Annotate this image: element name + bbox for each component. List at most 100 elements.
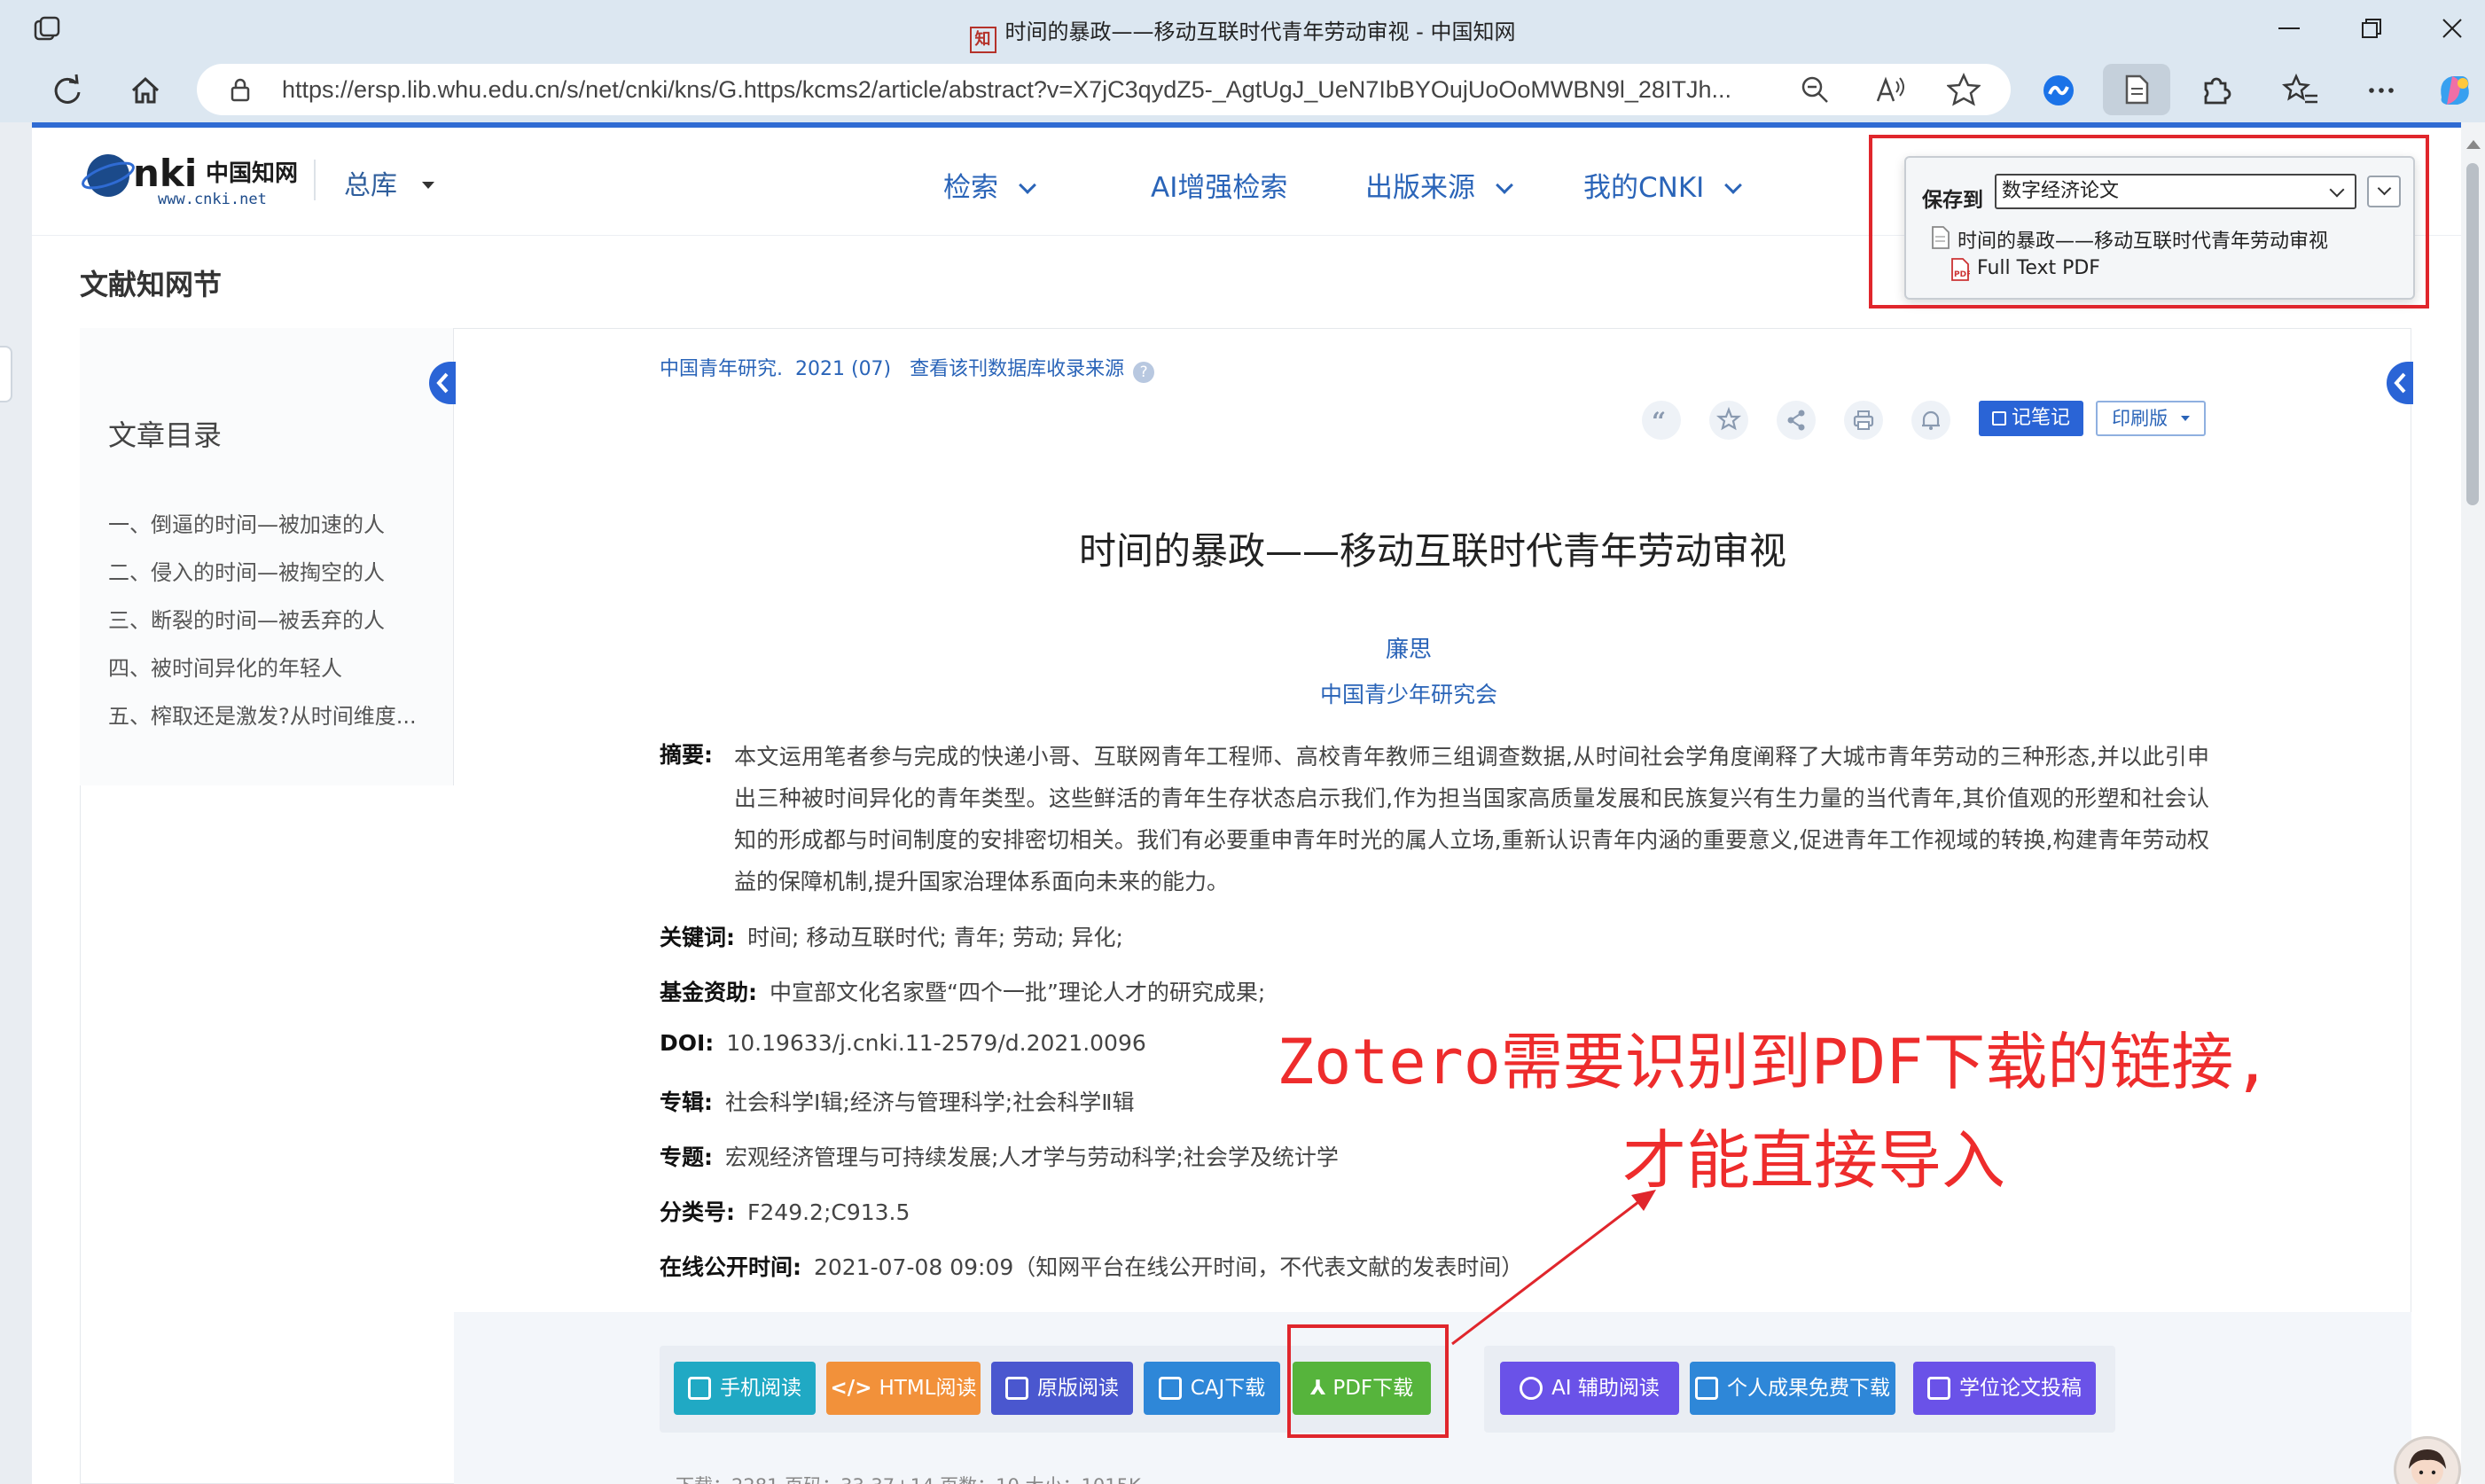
caj-download-button[interactable]: CAJ下载 xyxy=(1144,1362,1280,1415)
print-edition-button[interactable]: 印刷版 xyxy=(2096,401,2206,436)
series-row: 专辑: 社会科学Ⅰ辑;经济与管理科学;社会科学Ⅱ辑 xyxy=(660,1085,1135,1117)
chevron-left-icon xyxy=(436,372,449,394)
classification-row: 分类号: F249.2;C913.5 xyxy=(660,1195,910,1227)
original-read-label: 原版阅读 xyxy=(1037,1377,1119,1400)
topic-label: 专题: xyxy=(660,1144,713,1170)
nav-ai-search[interactable]: AI增强检索 xyxy=(1151,165,1287,205)
share-icon[interactable] xyxy=(1777,401,1816,440)
original-read-button[interactable]: 原版阅读 xyxy=(991,1362,1133,1415)
organization-link: 中国青少年研究会 xyxy=(454,677,2364,709)
nav-my-cnki[interactable]: 我的CNKI xyxy=(1583,165,1743,205)
chevron-down-icon xyxy=(1019,176,1036,194)
classification-value: F249.2;C913.5 xyxy=(747,1199,910,1225)
personal-free-download-button[interactable]: 个人成果免费下载 xyxy=(1690,1362,1895,1415)
alert-bell-icon[interactable] xyxy=(1911,401,1950,440)
journal-name-link[interactable]: 中国青年研究 xyxy=(660,358,777,380)
html-read-button[interactable]: </> HTML阅读 xyxy=(826,1362,981,1415)
zoom-out-icon[interactable] xyxy=(1800,74,1830,105)
doi-value: 10.19633/j.cnki.11-2579/d.2021.0096 xyxy=(726,1030,1146,1056)
toc-item[interactable]: 五、榨取还是激发?从时间维度... xyxy=(108,699,417,730)
extension-blue-icon[interactable] xyxy=(2039,71,2078,110)
fund-value[interactable]: 中宣部文化名家暨“四个一批”理论人才的研究成果; xyxy=(770,980,1265,1005)
toc-item[interactable]: 二、侵入的时间—被掏空的人 xyxy=(108,555,385,586)
print-icon[interactable] xyxy=(1844,401,1883,440)
doi-label: DOI: xyxy=(660,1030,715,1056)
toc-item[interactable]: 一、倒逼的时间—被加速的人 xyxy=(108,507,385,538)
cite-quote-icon[interactable]: “ xyxy=(1642,401,1681,440)
database-source-link[interactable]: 查看该刊数据库收录来源 xyxy=(910,358,1124,380)
minimize-icon[interactable] xyxy=(2271,12,2307,44)
author-name[interactable]: 廉思 xyxy=(1386,637,1432,663)
extensions-puzzle-icon[interactable] xyxy=(2197,71,2236,110)
read-aloud-icon[interactable] xyxy=(1874,74,1906,105)
favorite-star-icon[interactable] xyxy=(1709,401,1748,440)
window-title: 知时间的暴政——移动互联时代青年劳动审视 - 中国知网 xyxy=(0,14,2485,53)
print-edition-label: 印刷版 xyxy=(2112,408,2169,429)
left-edge-strip xyxy=(0,122,32,1484)
more-options-icon[interactable] xyxy=(2362,71,2401,110)
avatar[interactable] xyxy=(2394,1436,2461,1484)
open-book-icon xyxy=(1158,1377,1182,1400)
toc-item[interactable]: 四、被时间异化的年轻人 xyxy=(108,651,342,682)
ai-assist-label: AI 辅助阅读 xyxy=(1551,1377,1660,1400)
lock-icon[interactable] xyxy=(227,76,254,103)
scrollbar-thumb[interactable] xyxy=(2466,163,2479,505)
chevron-down-icon xyxy=(1724,176,1743,194)
right-panel-collapse-button[interactable] xyxy=(2387,362,2413,404)
sidebar-pull-tab[interactable] xyxy=(0,346,12,402)
topic-value: 宏观经济管理与可持续发展;人才学与劳动科学;社会学及统计学 xyxy=(725,1144,1339,1170)
pencil-icon xyxy=(1991,411,2006,426)
code-icon: </> xyxy=(830,1377,872,1400)
take-note-button[interactable]: 记笔记 xyxy=(1979,401,2083,436)
nav-my-cnki-label: 我的CNKI xyxy=(1583,172,1705,204)
cnki-logo[interactable]: nki 中国知网 www.cnki.net xyxy=(82,149,326,207)
home-icon[interactable] xyxy=(126,71,165,110)
keywords-value[interactable]: 时间; 移动互联时代; 青年; 劳动; 异化; xyxy=(747,925,1123,950)
doi-row: DOI: 10.19633/j.cnki.11-2579/d.2021.0096 xyxy=(660,1030,1146,1056)
article-title: 时间的暴政——移动互联时代青年劳动审视 xyxy=(1078,529,1786,573)
svg-text:www.cnki.net: www.cnki.net xyxy=(158,191,267,207)
download-stats: 下载：2281 页码：33-37+14 页数：10 大小：1015K xyxy=(676,1472,1141,1484)
pdf-button-highlight-box xyxy=(1287,1324,1449,1438)
dropdown-triangle-icon xyxy=(421,182,434,189)
nav-search-label: 检索 xyxy=(943,172,998,204)
url-text[interactable]: https://ersp.lib.whu.edu.cn/s/net/cnki/k… xyxy=(282,76,1731,104)
fund-row: 基金资助: 中宣部文化名家暨“四个一批”理论人才的研究成果; xyxy=(660,975,1265,1007)
abstract-text: 本文运用笔者参与完成的快递小哥、互联网青年工程师、高校青年教师三组调查数据,从时… xyxy=(734,744,2209,894)
nav-publication-source[interactable]: 出版来源 xyxy=(1365,165,1513,205)
chevron-down-icon xyxy=(1496,176,1513,194)
copilot-icon[interactable] xyxy=(2433,69,2472,108)
fund-label: 基金资助: xyxy=(660,980,757,1005)
nav-search[interactable]: 检索 xyxy=(943,165,1036,205)
thesis-submit-button[interactable]: 学位论文投稿 xyxy=(1913,1362,2096,1415)
personal-download-label: 个人成果免费下载 xyxy=(1727,1377,1890,1400)
restore-icon[interactable] xyxy=(2353,12,2388,44)
help-icon[interactable]: ? xyxy=(1133,362,1155,383)
toc-item[interactable]: 三、断裂的时间—被丢弃的人 xyxy=(108,603,385,634)
nav-divider xyxy=(314,160,316,200)
topic-row: 专题: 宏观经济管理与可持续发展;人才学与劳动科学;社会学及统计学 xyxy=(660,1140,1339,1172)
annotation-arrow xyxy=(1436,1179,1667,1356)
nav-ai-search-label: AI增强检索 xyxy=(1151,172,1288,204)
database-label: 总库 xyxy=(344,170,397,201)
ai-assist-read-button[interactable]: AI 辅助阅读 xyxy=(1500,1362,1679,1415)
mobile-read-button[interactable]: 手机阅读 xyxy=(674,1362,816,1415)
organization-name[interactable]: 中国青少年研究会 xyxy=(1320,682,1497,707)
favorites-list-icon[interactable] xyxy=(2282,71,2321,110)
journal-source: 中国青年研究. 2021 (07) 查看该刊数据库收录来源? xyxy=(660,353,1155,383)
toc-collapse-button[interactable] xyxy=(429,362,456,404)
thesis-submit-label: 学位论文投稿 xyxy=(1959,1377,2082,1400)
reading-view-button[interactable] xyxy=(2103,64,2170,115)
database-selector[interactable]: 总库 xyxy=(344,163,434,202)
favorite-star-icon[interactable] xyxy=(1947,73,1981,106)
tab-title: 时间的暴政——移动互联时代青年劳动审视 - 中国知网 xyxy=(1004,20,1516,44)
journal-issue-link[interactable]: 2021 (07) xyxy=(795,358,891,380)
abstract-label: 摘要: xyxy=(660,742,713,768)
refresh-icon[interactable] xyxy=(48,71,87,110)
address-bar[interactable]: https://ersp.lib.whu.edu.cn/s/net/cnki/k… xyxy=(197,64,2011,115)
toc-title: 文章目录 xyxy=(108,418,223,452)
scroll-up-arrow[interactable] xyxy=(2466,140,2481,149)
html-read-label: HTML阅读 xyxy=(879,1377,977,1400)
submit-pen-icon xyxy=(1927,1377,1950,1400)
close-icon[interactable] xyxy=(2434,12,2470,44)
